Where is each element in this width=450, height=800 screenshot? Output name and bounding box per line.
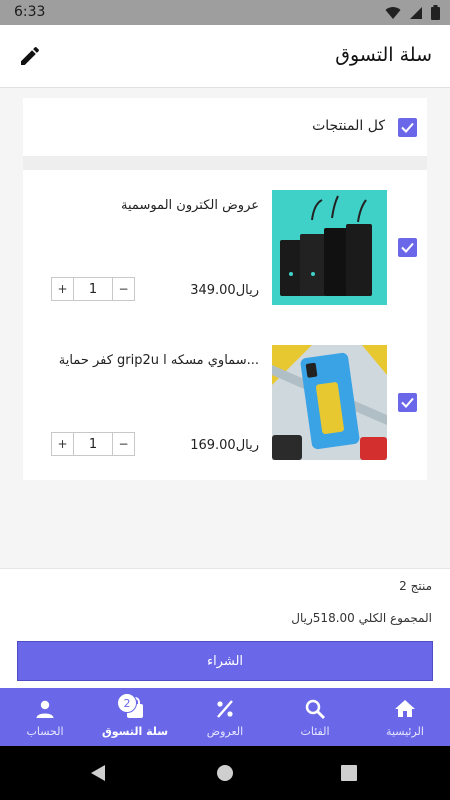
battery-icon xyxy=(431,5,440,20)
home-circle-icon[interactable] xyxy=(216,764,234,782)
nav-item-home[interactable]: الرئيسية xyxy=(360,688,450,746)
quantity-stepper: + 1 − xyxy=(51,432,135,456)
nav-label: العروض xyxy=(206,725,244,738)
app-bar: سلة التسوق xyxy=(0,25,450,88)
nav-item-cart[interactable]: 2 سلة التسوق xyxy=(90,688,180,746)
status-time: 6:33 xyxy=(14,4,46,20)
total-price: المجموع الكلي 518.00ريال xyxy=(291,611,432,625)
check-icon xyxy=(401,397,414,408)
back-icon[interactable] xyxy=(89,764,107,782)
select-all-checkbox[interactable] xyxy=(398,118,417,137)
wifi-icon xyxy=(385,6,401,19)
item-count: 2 منتج xyxy=(399,579,432,593)
check-icon xyxy=(401,122,414,133)
search-icon xyxy=(303,697,327,721)
nav-label: الحساب xyxy=(26,725,64,738)
order-summary: 2 منتج المجموع الكلي 518.00ريال الشراء xyxy=(0,568,450,688)
decrease-button[interactable]: − xyxy=(113,278,134,300)
check-icon xyxy=(401,242,414,253)
cart-badge: 2 xyxy=(117,693,137,713)
status-icons xyxy=(385,5,440,20)
select-all-label: كل المنتجات xyxy=(312,118,385,134)
system-nav-bar xyxy=(0,746,450,800)
cart-item: عروض الكترون الموسمية 349.00ريال + 1 − xyxy=(23,170,427,310)
bottom-nav: الرئيسية الفئات العروض 2 سلة التسوق الحس… xyxy=(0,688,450,746)
nav-label: الرئيسية xyxy=(386,725,424,738)
nav-item-account[interactable]: الحساب xyxy=(0,688,90,746)
nav-item-offers[interactable]: العروض xyxy=(180,688,270,746)
quantity-value[interactable]: 1 xyxy=(73,278,113,300)
increase-button[interactable]: + xyxy=(52,278,73,300)
home-icon xyxy=(393,697,417,721)
nav-label: الفئات xyxy=(300,725,330,738)
quantity-value[interactable]: 1 xyxy=(73,433,113,455)
percent-icon xyxy=(213,697,237,721)
quantity-stepper: + 1 − xyxy=(51,277,135,301)
item-price: 349.00ريال xyxy=(190,283,259,298)
screen: 6:33 سلة التسوق كل المنتجات عروض الكترون… xyxy=(0,0,450,800)
person-icon xyxy=(33,697,57,721)
cart-list: كل المنتجات عروض الكترون الموسمية 349.00… xyxy=(23,98,427,480)
page-title: سلة التسوق xyxy=(335,44,432,66)
pencil-icon xyxy=(21,46,40,65)
item-checkbox[interactable] xyxy=(398,393,417,412)
item-name[interactable]: عروض الكترون الموسمية xyxy=(39,198,259,213)
power-bank-image[interactable] xyxy=(272,190,387,305)
decrease-button[interactable]: − xyxy=(113,433,134,455)
phone-case-image[interactable] xyxy=(272,345,387,460)
signal-icon xyxy=(410,6,422,19)
item-name[interactable]: كفر حماية grip2u سماوي مسكه ا... xyxy=(39,353,259,368)
section-divider xyxy=(23,156,427,170)
item-checkbox[interactable] xyxy=(398,238,417,257)
nav-item-categories[interactable]: الفئات xyxy=(270,688,360,746)
item-price: 169.00ريال xyxy=(190,438,259,453)
edit-button[interactable] xyxy=(18,44,44,70)
nav-label: سلة التسوق xyxy=(101,725,169,738)
recents-icon[interactable] xyxy=(341,765,357,781)
status-bar: 6:33 xyxy=(0,0,450,25)
buy-button[interactable]: الشراء xyxy=(17,641,433,681)
increase-button[interactable]: + xyxy=(52,433,73,455)
select-all-row[interactable]: كل المنتجات xyxy=(23,98,427,156)
cart-item: كفر حماية grip2u سماوي مسكه ا... 169.00ر… xyxy=(23,325,427,465)
